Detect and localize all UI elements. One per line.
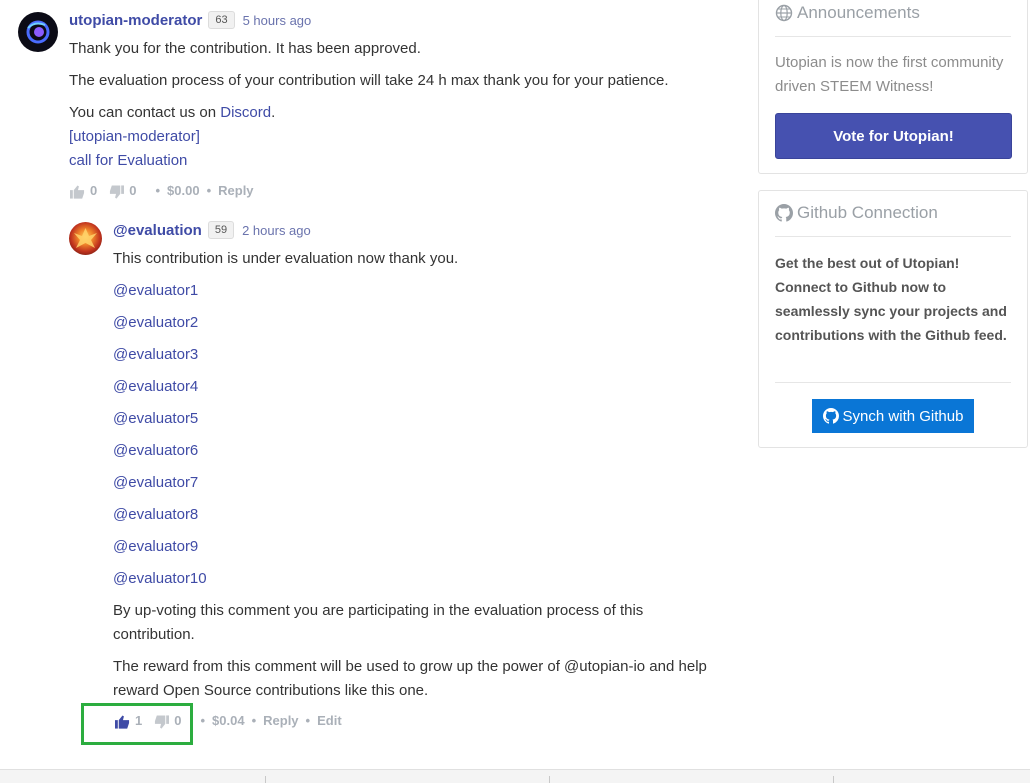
thumbs-up-icon bbox=[115, 715, 130, 729]
signature-link[interactable]: [utopian-moderator] bbox=[69, 125, 200, 149]
edit-link[interactable]: Edit bbox=[317, 713, 342, 728]
utopian-logo-icon bbox=[26, 20, 50, 44]
avatar[interactable] bbox=[18, 12, 58, 52]
comment-body-text: By up-voting this comment you are partic… bbox=[113, 602, 644, 619]
downvote-button[interactable] bbox=[109, 183, 125, 199]
thumbs-down-icon bbox=[155, 715, 170, 729]
signature-link[interactable]: call for Evaluation bbox=[69, 149, 187, 173]
divider bbox=[775, 236, 1011, 237]
payout-amount[interactable]: $0.00 bbox=[167, 183, 200, 198]
evaluator-link[interactable]: @evaluator6 bbox=[113, 439, 198, 463]
separator-dot: • bbox=[200, 713, 206, 729]
evaluator-link[interactable]: @evaluator9 bbox=[113, 535, 198, 559]
evaluator-link[interactable]: @evaluator5 bbox=[113, 407, 198, 431]
reply-link[interactable]: Reply bbox=[263, 713, 298, 728]
announcements-title: Announcements bbox=[797, 3, 920, 22]
divider bbox=[549, 776, 550, 783]
comment-timestamp[interactable]: 2 hours ago bbox=[242, 223, 311, 238]
text-prefix: You can contact us on bbox=[69, 104, 221, 121]
globe-icon bbox=[775, 4, 793, 22]
comment-body-text: You can contact us on Discord. bbox=[69, 101, 275, 125]
evaluator-link[interactable]: @evaluator7 bbox=[113, 471, 198, 495]
separator-dot: • bbox=[155, 183, 161, 199]
announcement-text: Utopian is now the first community drive… bbox=[775, 54, 1004, 95]
upvote-button[interactable] bbox=[70, 183, 85, 199]
comment-body-text: contribution. bbox=[113, 626, 195, 643]
divider bbox=[775, 382, 1011, 383]
evaluator-link[interactable]: @evaluator8 bbox=[113, 503, 198, 527]
text-suffix: . bbox=[271, 104, 276, 121]
downvote-count: 0 bbox=[129, 183, 137, 199]
comment-header: utopian-moderator 63 5 hours ago bbox=[69, 11, 311, 29]
separator-dot: • bbox=[305, 713, 311, 729]
thumbs-up-icon bbox=[70, 185, 85, 199]
reputation-badge: 63 bbox=[208, 11, 235, 29]
comment-author[interactable]: @evaluation bbox=[113, 222, 202, 239]
comment-author[interactable]: utopian-moderator bbox=[69, 12, 202, 29]
payout-amount[interactable]: $0.04 bbox=[212, 713, 245, 728]
upvote-count: 1 bbox=[135, 713, 143, 729]
evaluator-link[interactable]: @evaluator4 bbox=[113, 375, 198, 399]
phoenix-avatar-icon bbox=[74, 228, 97, 248]
separator-dot: • bbox=[206, 183, 212, 199]
reply-link[interactable]: Reply bbox=[218, 183, 253, 198]
reputation-badge: 59 bbox=[207, 221, 235, 239]
github-connection-card: Github Connection Get the best out of Ut… bbox=[758, 190, 1028, 448]
comment-header: @evaluation 59 2 hours ago bbox=[113, 221, 311, 239]
thumbs-down-icon bbox=[110, 185, 125, 199]
evaluator-link[interactable]: @evaluator1 bbox=[113, 279, 198, 303]
bottom-bar bbox=[0, 769, 1030, 783]
sync-button-label: Synch with Github bbox=[842, 407, 964, 425]
vote-for-utopian-button[interactable]: Vote for Utopian! bbox=[775, 113, 1012, 159]
comment-body-text: reward Open Source contributions like th… bbox=[113, 682, 429, 699]
github-icon bbox=[822, 408, 839, 424]
comment-body-text: The evaluation process of your contribut… bbox=[69, 72, 669, 89]
evaluator-link[interactable]: @evaluator2 bbox=[113, 311, 198, 335]
comment-body-text: Thank you for the contribution. It has b… bbox=[69, 40, 421, 57]
separator-dot: • bbox=[251, 713, 257, 729]
divider bbox=[833, 776, 834, 783]
announcements-card: Announcements Utopian is now the first c… bbox=[758, 0, 1028, 174]
comment-timestamp[interactable]: 5 hours ago bbox=[243, 13, 312, 28]
avatar[interactable] bbox=[69, 222, 102, 255]
github-icon bbox=[775, 204, 793, 222]
comment-body-text: This contribution is under evaluation no… bbox=[113, 250, 459, 267]
discord-link[interactable]: Discord bbox=[220, 104, 271, 121]
github-title: Github Connection bbox=[797, 203, 938, 222]
evaluator-link[interactable]: @evaluator3 bbox=[113, 343, 198, 367]
comments-area: utopian-moderator 63 5 hours ago Thank y… bbox=[0, 0, 740, 783]
card-title: Announcements bbox=[775, 3, 920, 23]
evaluator-link[interactable]: @evaluator10 bbox=[113, 567, 207, 591]
comment-actions: 0 0 • $0.00 • Reply bbox=[70, 183, 254, 199]
card-title: Github Connection bbox=[775, 203, 938, 223]
downvote-count: 0 bbox=[174, 713, 182, 729]
synch-with-github-button[interactable]: Synch with Github bbox=[812, 399, 974, 433]
downvote-button[interactable] bbox=[154, 713, 170, 729]
comment-actions: 1 0 • $0.04 • Reply • Edit bbox=[115, 713, 342, 729]
divider bbox=[775, 36, 1011, 37]
upvote-count: 0 bbox=[90, 183, 98, 199]
upvote-button[interactable] bbox=[115, 713, 130, 729]
comment-body-text: The reward from this comment will be use… bbox=[113, 658, 707, 675]
github-description: Get the best out of Utopian! Connect to … bbox=[775, 255, 1007, 343]
divider bbox=[265, 776, 266, 783]
